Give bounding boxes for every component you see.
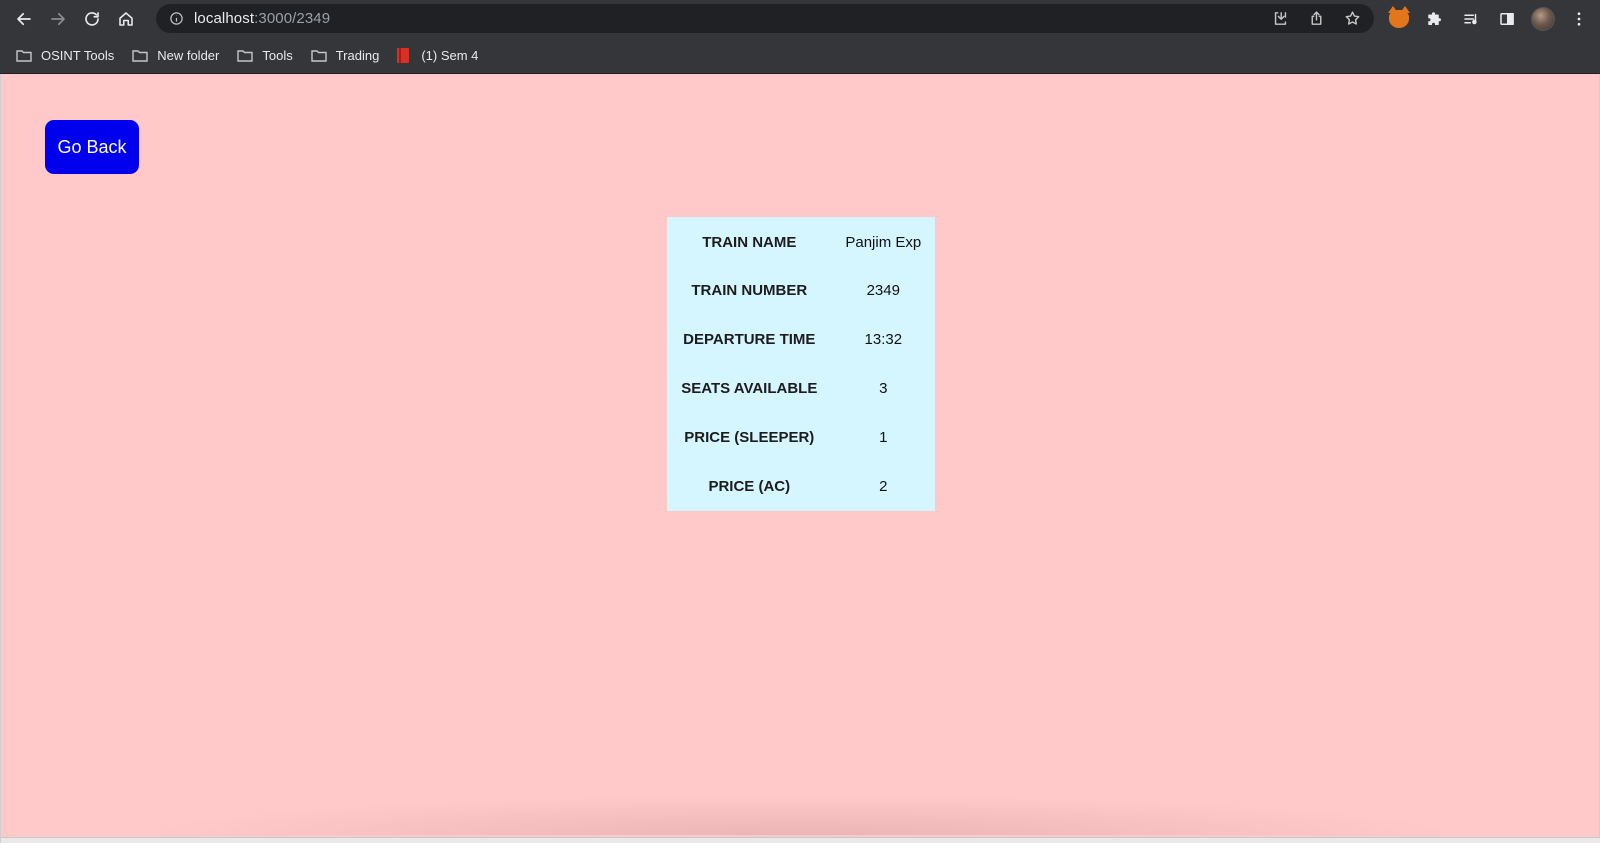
forward-arrow-icon[interactable]: [41, 4, 75, 34]
profile-avatar[interactable]: [1526, 2, 1560, 36]
detail-value: 1: [879, 429, 888, 446]
detail-key: TRAIN NAME: [702, 234, 797, 251]
metamask-fox-icon[interactable]: [1382, 2, 1416, 36]
url-text[interactable]: localhost:3000/2349: [194, 10, 330, 27]
bookmark-label: Trading: [335, 47, 380, 63]
bookmark-sem-4[interactable]: (1) Sem 4: [397, 41, 486, 69]
share-icon[interactable]: [1302, 5, 1330, 33]
detail-key: SEATS AVAILABLE: [681, 380, 818, 397]
home-icon[interactable]: [109, 4, 143, 34]
browser-toolbar: localhost:3000/2349: [0, 0, 1600, 37]
table-row: DEPARTURE TIME 13:32: [667, 315, 935, 364]
bookmark-label: New folder: [157, 47, 220, 63]
detail-key: TRAIN NUMBER: [691, 282, 808, 299]
train-details-card: TRAIN NAME Panjim Exp TRAIN NUMBER 2349 …: [667, 217, 935, 511]
train-details-table: TRAIN NAME Panjim Exp TRAIN NUMBER 2349 …: [667, 217, 935, 511]
bookmark-new-folder[interactable]: New folder: [132, 41, 227, 69]
url-host: localhost: [194, 10, 255, 27]
folder-icon: [311, 49, 327, 62]
window-bottom-edge: [1, 837, 1600, 843]
reload-icon[interactable]: [75, 4, 109, 34]
bookmark-trading[interactable]: Trading: [311, 41, 388, 69]
bookmarks-bar: OSINT Tools New folder Tools Trading (1)…: [0, 37, 1600, 74]
detail-value: Panjim Exp: [845, 234, 922, 251]
media-queue-icon[interactable]: [1454, 2, 1488, 36]
side-panel-icon[interactable]: [1490, 2, 1524, 36]
bookmark-label: (1) Sem 4: [421, 47, 479, 63]
menu-kebab-icon[interactable]: [1562, 2, 1596, 36]
detail-value: 13:32: [864, 331, 903, 348]
back-arrow-icon[interactable]: [7, 4, 41, 34]
table-row: PRICE (AC) 2: [667, 462, 935, 511]
detail-key: PRICE (SLEEPER): [684, 429, 815, 446]
folder-icon: [237, 49, 254, 62]
bookmark-tools[interactable]: Tools: [237, 41, 300, 69]
table-row: PRICE (SLEEPER) 1: [667, 413, 935, 462]
install-app-icon[interactable]: [1266, 5, 1294, 33]
bookmark-osint-tools[interactable]: OSINT Tools: [16, 41, 122, 69]
bookmark-star-icon[interactable]: [1338, 5, 1366, 33]
table-row: TRAIN NAME Panjim Exp: [667, 217, 935, 266]
go-back-button[interactable]: Go Back: [45, 120, 139, 174]
detail-value: 2349: [866, 282, 900, 299]
site-info-icon[interactable]: [168, 11, 184, 27]
address-bar[interactable]: localhost:3000/2349: [156, 4, 1374, 33]
detail-key: PRICE (AC): [708, 478, 791, 495]
bookmark-label: Tools: [262, 47, 293, 63]
extensions-puzzle-icon[interactable]: [1418, 2, 1452, 36]
folder-icon: [16, 49, 32, 62]
page-bottom-shadow: [141, 795, 1461, 835]
detail-key: DEPARTURE TIME: [683, 331, 816, 348]
table-row: SEATS AVAILABLE 3: [667, 364, 935, 413]
url-path: :3000/2349: [254, 10, 331, 27]
bookmark-label: OSINT Tools: [41, 47, 115, 63]
book-icon: [397, 47, 410, 63]
table-row: TRAIN NUMBER 2349: [667, 266, 935, 315]
detail-value: 3: [879, 380, 888, 397]
folder-icon: [132, 49, 148, 62]
page-content: Go Back TRAIN NAME Panjim Exp TRAIN NUMB…: [0, 74, 1600, 843]
detail-value: 2: [879, 478, 888, 495]
